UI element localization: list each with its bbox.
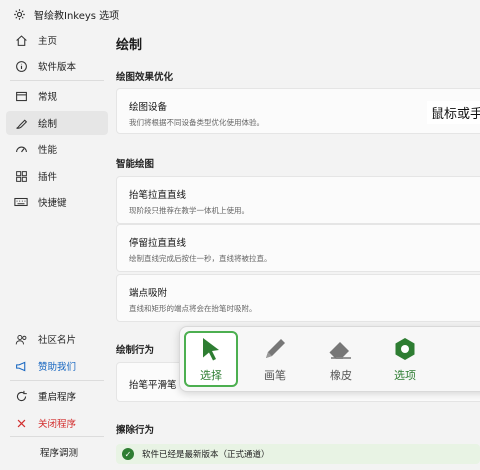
checkmark-icon: ✓ xyxy=(122,448,134,460)
setting-card-hold-straighten[interactable]: 停留拉直直线 绘制直线完成后按住一秒，直线将被拉直。 xyxy=(116,224,480,272)
setting-card-endpoint-snap[interactable]: 端点吸附 直线和矩形的端点将会在抬笔时吸附。 xyxy=(116,274,480,322)
window-icon xyxy=(14,89,28,103)
sidebar-item-shortcuts[interactable]: 快捷键 xyxy=(6,190,108,214)
sidebar-item-restart[interactable]: 重启程序 xyxy=(6,384,108,408)
divider xyxy=(10,80,104,81)
sidebar-item-plugins[interactable]: 插件 xyxy=(6,164,108,188)
sidebar-item-label: 程序调测 xyxy=(40,448,79,459)
sidebar-item-close[interactable]: 关闭程序 xyxy=(6,411,108,435)
close-icon xyxy=(14,416,28,430)
setting-card-lift-straighten[interactable]: 抬笔拉直直线 现阶段只推荐在教学一体机上使用。 xyxy=(116,176,480,224)
hexagon-gear-icon xyxy=(391,335,419,363)
sidebar-item-label: 主页 xyxy=(38,36,58,47)
setting-description: 绘制直线完成后按住一秒，直线将被拉直。 xyxy=(129,254,272,263)
floating-toolbar: 选择 画笔 橡皮 选项 xyxy=(179,326,480,392)
tool-label: 画笔 xyxy=(264,369,286,382)
eraser-icon xyxy=(327,335,355,363)
sidebar-item-debug[interactable]: 程序调测 xyxy=(6,440,108,464)
restart-icon xyxy=(14,389,28,403)
sidebar-item-home[interactable]: 主页 xyxy=(6,28,108,52)
tool-select[interactable]: 选择 xyxy=(184,331,238,387)
tool-label: 橡皮 xyxy=(330,369,352,382)
section-title: 擦除行为 xyxy=(116,425,155,436)
section-title: 智能绘图 xyxy=(116,159,155,170)
sidebar-item-label: 社区名片 xyxy=(38,335,77,346)
window-title: 智绘教Inkeys 选项 xyxy=(34,10,120,22)
sidebar-item-community[interactable]: 社区名片 xyxy=(6,327,108,351)
sidebar-item-version[interactable]: 软件版本 xyxy=(6,54,108,78)
sidebar-item-label: 快捷键 xyxy=(38,198,67,209)
device-dropdown[interactable]: 鼠标或手 xyxy=(426,101,480,124)
people-icon xyxy=(14,332,28,346)
sidebar-item-draw[interactable]: 绘制 xyxy=(6,111,108,135)
sidebar-item-label: 关闭程序 xyxy=(38,419,77,430)
page-title: 绘制 xyxy=(116,38,143,53)
sidebar-item-label: 性能 xyxy=(38,145,58,156)
tool-label: 选项 xyxy=(394,369,416,382)
keyboard-icon xyxy=(14,195,28,209)
divider xyxy=(10,436,104,437)
setting-title: 端点吸附 xyxy=(129,288,168,299)
setting-title: 抬笔拉直直线 xyxy=(129,190,187,201)
pencil-icon xyxy=(261,335,289,363)
setting-card-drawing-device[interactable]: 绘图设备 我们将根据不同设备类型优化使用体验。 鼠标或手 xyxy=(116,88,480,134)
megaphone-icon xyxy=(14,359,28,373)
main-content: 绘制 绘图效果优化 绘图设备 我们将根据不同设备类型优化使用体验。 鼠标或手 智… xyxy=(110,28,480,470)
tool-label: 选择 xyxy=(200,369,222,382)
puzzle-icon xyxy=(14,169,28,183)
sidebar-item-label: 常规 xyxy=(38,92,58,103)
setting-description: 直线和矩形的端点将会在抬笔时吸附。 xyxy=(129,304,257,313)
section-title: 绘图效果优化 xyxy=(116,72,174,83)
sidebar-item-performance[interactable]: 性能 xyxy=(6,137,108,161)
sidebar-item-label: 重启程序 xyxy=(38,392,77,403)
update-status-bar: ✓ 软件已经是最新版本（正式通道） xyxy=(116,444,480,464)
info-icon xyxy=(14,59,28,73)
sidebar-item-label: 插件 xyxy=(38,172,58,183)
tool-eraser[interactable]: 橡皮 xyxy=(314,331,368,387)
setting-title: 停留拉直直线 xyxy=(129,238,187,249)
status-text: 软件已经是最新版本（正式通道） xyxy=(142,450,270,460)
sidebar-item-general[interactable]: 常规 xyxy=(6,84,108,108)
title-bar: 智绘教Inkeys 选项 xyxy=(0,0,480,28)
sidebar: 主页 软件版本 常规 绘制 性能 插件 快捷键 社区名片 赞助我们 重启程序 关… xyxy=(0,28,110,470)
home-icon xyxy=(14,33,28,47)
tool-options[interactable]: 选项 xyxy=(378,331,432,387)
sidebar-item-label: 软件版本 xyxy=(38,62,77,73)
pen-icon xyxy=(14,116,28,130)
sidebar-item-label: 赞助我们 xyxy=(38,362,77,373)
sidebar-item-label: 绘制 xyxy=(38,119,58,130)
gear-icon xyxy=(12,7,26,21)
setting-description: 现阶段只推荐在教学一体机上使用。 xyxy=(129,206,249,215)
tool-pen[interactable]: 画笔 xyxy=(248,331,302,387)
sidebar-item-sponsor[interactable]: 赞助我们 xyxy=(6,354,108,378)
gauge-icon xyxy=(14,142,28,156)
divider xyxy=(10,380,104,381)
section-title: 绘制行为 xyxy=(116,345,155,356)
cursor-arrow-icon xyxy=(197,335,225,363)
